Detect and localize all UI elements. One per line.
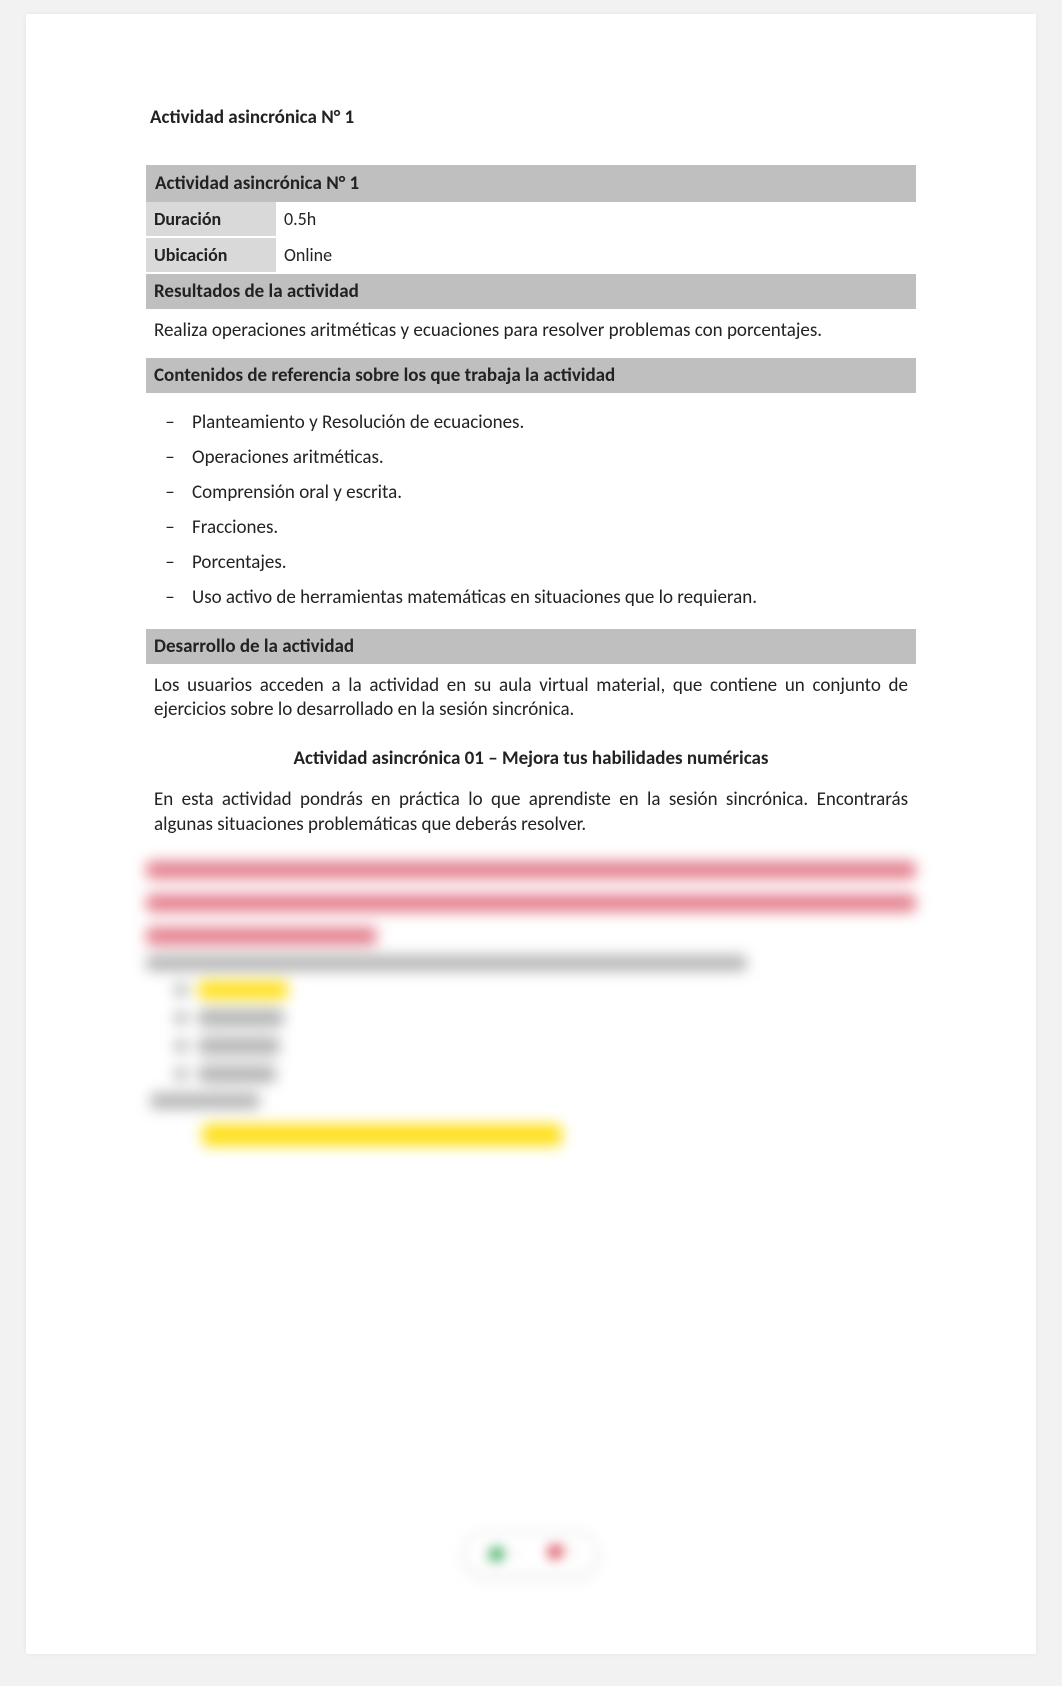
list-item: – Uso activo de herramientas matemáticas… [154,580,908,615]
dash-icon: – [158,481,182,504]
label-duration: Duración [146,202,276,236]
rating-widget: · · [464,1532,598,1576]
list-item: – Comprensión oral y escrita. [154,475,908,510]
list-item-text: Fracciones. [192,516,278,539]
list-item: – Operaciones aritméticas. [154,440,908,475]
activity-subtitle: Actividad asincrónica 01 – Mejora tus ha… [146,737,916,788]
list-item: – Fracciones. [154,510,908,545]
contents-header: Contenidos de referencia sobre los que t… [146,358,916,393]
value-location: Online [276,238,916,272]
results-header: Resultados de la actividad [146,274,916,309]
page-title: Actividad asincrónica N° 1 [150,106,916,129]
list-item-text: Porcentajes. [192,551,287,574]
dash-icon: – [158,586,182,609]
list-item-text: Planteamiento y Resolución de ecuaciones… [192,411,524,434]
list-item-text: Uso activo de herramientas matemáticas e… [192,586,757,609]
thumbs-up-button[interactable]: · [487,1543,517,1563]
dash-icon: – [158,551,182,574]
dash-icon: – [158,446,182,469]
thumbs-down-icon [545,1543,565,1563]
activity-intro: En esta actividad pondrás en práctica lo… [146,788,916,851]
list-item: – Planteamiento y Resolución de ecuacion… [154,405,908,440]
blurred-content [146,851,916,1213]
thumbs-up-icon [487,1543,507,1563]
row-duration: Duración 0.5h [146,202,916,238]
dash-icon: – [158,516,182,539]
label-location: Ubicación [146,238,276,272]
thumbs-down-count: · [571,1544,575,1563]
results-text: Realiza operaciones aritméticas y ecuaci… [146,309,916,358]
thumbs-down-button[interactable]: · [545,1543,575,1563]
development-header: Desarrollo de la actividad [146,629,916,664]
activity-title-header: Actividad asincrónica N° 1 [146,165,916,202]
list-item-text: Operaciones aritméticas. [192,446,384,469]
list-item: – Porcentajes. [154,545,908,580]
dash-icon: – [158,411,182,434]
value-duration: 0.5h [276,202,916,236]
document-page: Actividad asincrónica N° 1 Actividad asi… [26,14,1036,1654]
list-item-text: Comprensión oral y escrita. [192,481,402,504]
development-text: Los usuarios acceden a la actividad en s… [146,664,916,737]
row-location: Ubicación Online [146,238,916,274]
contents-list: – Planteamiento y Resolución de ecuacion… [146,393,916,629]
thumbs-up-count: · [513,1544,517,1563]
